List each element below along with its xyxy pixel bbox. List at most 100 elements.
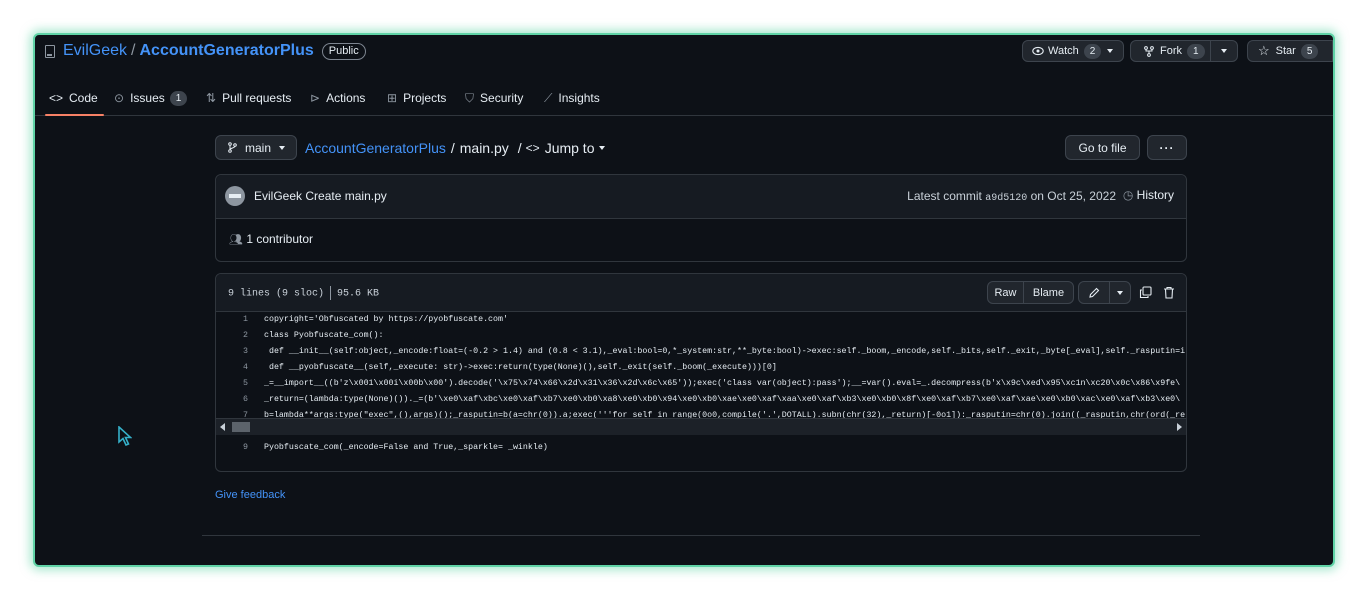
line-number[interactable]: 5 — [216, 376, 264, 392]
commit-sha-link[interactable]: a9d5120 — [985, 193, 1027, 204]
star-count: 5 — [1300, 43, 1319, 59]
watch-label: Watch — [1048, 45, 1079, 57]
code-line: 3 def __init__(self:object,_encode:float… — [216, 344, 1186, 360]
commit-message[interactable]: Create main.py — [305, 189, 386, 203]
commit-author[interactable]: EvilGeek — [254, 189, 302, 203]
issue-icon: ⊙ — [114, 91, 125, 105]
commit-date: Oct 25, 2022 — [1047, 189, 1116, 203]
commit-row: EvilGeek Create main.py Latest commit a9… — [216, 175, 1186, 219]
delete-file-button[interactable] — [1159, 281, 1179, 304]
latest-commit-box: EvilGeek Create main.py Latest commit a9… — [215, 174, 1187, 262]
tab-issues[interactable]: ⊙ Issues 1 — [114, 81, 188, 115]
repo-name-link[interactable]: AccountGeneratorPlus — [139, 42, 313, 60]
edit-button[interactable] — [1078, 281, 1110, 304]
jump-to-button[interactable]: <> Jump to — [526, 140, 605, 156]
copy-raw-button[interactable] — [1135, 281, 1155, 304]
raw-button[interactable]: Raw — [987, 281, 1024, 304]
browser-window: EvilGeek / AccountGeneratorPlus Public W… — [33, 33, 1335, 567]
history-icon: ◷ — [1122, 188, 1134, 202]
code-icon: <> — [525, 141, 540, 155]
jump-to-label: Jump to — [544, 140, 595, 156]
history-link[interactable]: ◷ History — [1123, 188, 1174, 202]
code-icon: <> — [49, 91, 64, 105]
tab-insights-label: Insights — [558, 91, 600, 105]
breadcrumb: AccountGeneratorPlus / main.py / <> Jump… — [305, 140, 605, 156]
divider — [330, 286, 332, 300]
fork-button[interactable]: Fork 1 — [1130, 40, 1211, 62]
scroll-left-icon[interactable] — [220, 423, 225, 431]
chevron-down-icon — [1117, 290, 1123, 295]
tab-pull-requests[interactable]: ⇅ Pull requests — [206, 81, 291, 115]
tab-issues-label: Issues — [130, 91, 165, 105]
line-number[interactable]: 3 — [216, 344, 264, 360]
line-number[interactable]: 6 — [216, 392, 264, 408]
people-icon: 👥︎ — [229, 234, 243, 246]
chevron-down-icon — [1221, 49, 1227, 53]
issues-count: 1 — [169, 90, 188, 106]
code-text: copyright='Obfuscated by https://pyobfus… — [264, 315, 508, 324]
pencil-icon — [1089, 287, 1100, 298]
chevron-down-icon — [598, 146, 605, 150]
history-label: History — [1136, 188, 1174, 202]
tab-actions[interactable]: ⊳ Actions — [310, 81, 365, 115]
code-text: Pyobfuscate_com(_encode=False and True,_… — [264, 443, 548, 452]
scrollbar-thumb[interactable] — [232, 422, 250, 432]
code-text: def __init__(self:object,_encode:float=(… — [264, 347, 1186, 356]
code-line: 5 _=__import__((b'z\x001\x00i\x00b\x00').… — [216, 376, 1186, 392]
branch-select-button[interactable]: main — [215, 135, 297, 160]
line-number[interactable]: 1 — [216, 312, 264, 328]
code-line: 2 class Pyobfuscate_com(): — [216, 328, 1186, 344]
file-lines-info: 9 lines (9 sloc) — [228, 288, 325, 300]
code-line: 1 copyright='Obfuscated by https://pyobfu… — [216, 312, 1186, 328]
branch-icon — [228, 142, 237, 153]
horizontal-scrollbar[interactable] — [216, 418, 1186, 435]
more-options-button[interactable]: ··· — [1147, 135, 1187, 160]
scroll-right-icon[interactable] — [1177, 423, 1182, 431]
commit-date-prefix: on — [1030, 189, 1044, 203]
star-button[interactable]: ☆ Star 5 — [1247, 40, 1333, 62]
fork-icon — [1144, 45, 1154, 57]
fork-count: 1 — [1187, 43, 1205, 59]
visibility-badge: Public — [321, 42, 366, 60]
commit-author-and-message: EvilGeek Create main.py — [254, 189, 387, 203]
mouse-cursor-icon — [118, 426, 132, 446]
repo-icon — [45, 44, 55, 58]
contributors-link[interactable]: 👥︎ 1 contributor — [229, 232, 313, 246]
repo-tabs: <> Code ⊙ Issues 1 ⇅ Pull requests ⊳ Act… — [35, 81, 1333, 116]
blame-button[interactable]: Blame — [1023, 281, 1074, 304]
file-header: 9 lines (9 sloc) 95.6 KB Raw Blame — [216, 274, 1186, 312]
file-viewer: 9 lines (9 sloc) 95.6 KB Raw Blame 1 copyr… — [215, 273, 1187, 472]
code-text: _=__import__((b'z\x001\x00i\x00b\x00').d… — [264, 379, 1181, 388]
code-line: 9 Pyobfuscate_com(_encode=False and True,… — [216, 440, 1186, 456]
line-number[interactable]: 4 — [216, 360, 264, 376]
tab-insights[interactable]: ⟋ Insights — [544, 81, 600, 115]
tab-code[interactable]: <> Code — [45, 81, 104, 116]
line-number[interactable]: 9 — [216, 440, 264, 456]
avatar[interactable] — [225, 186, 245, 206]
give-feedback-link[interactable]: Give feedback — [215, 489, 285, 501]
file-size: 95.6 KB — [337, 288, 380, 300]
branch-name: main — [245, 140, 272, 155]
watch-count: 2 — [1083, 43, 1102, 59]
contributors-label: 1 contributor — [246, 232, 314, 246]
code-text: def __pyobfuscate__(self,_execute: str)-… — [264, 363, 777, 372]
tab-actions-label: Actions — [326, 91, 366, 105]
tab-security[interactable]: ⛉ Security — [465, 81, 523, 115]
go-to-file-button[interactable]: Go to file — [1065, 135, 1140, 160]
trash-icon — [1164, 286, 1174, 299]
tab-security-label: Security — [480, 91, 524, 105]
commit-meta: Latest commit a9d5120 on Oct 25, 2022 — [907, 189, 1116, 204]
shield-icon: ⛉ — [465, 90, 475, 105]
breadcrumb-separator: / — [450, 140, 455, 156]
breadcrumb-repo-link[interactable]: AccountGeneratorPlus — [305, 140, 446, 156]
edit-dropdown-button[interactable] — [1109, 281, 1131, 304]
repo-owner-link[interactable]: EvilGeek — [63, 42, 127, 60]
line-number[interactable]: 2 — [216, 328, 264, 344]
tab-projects[interactable]: ⊞ Projects — [387, 81, 446, 115]
graph-icon: ⟋ — [544, 90, 553, 105]
code-text: class Pyobfuscate_com(): — [264, 331, 384, 340]
star-label: Star — [1275, 45, 1296, 57]
fork-dropdown-button[interactable] — [1210, 40, 1238, 62]
watch-button[interactable]: Watch 2 — [1022, 40, 1124, 62]
code-text: _return=(lambda:type(None)())._=(b'\xe0\… — [264, 395, 1181, 404]
